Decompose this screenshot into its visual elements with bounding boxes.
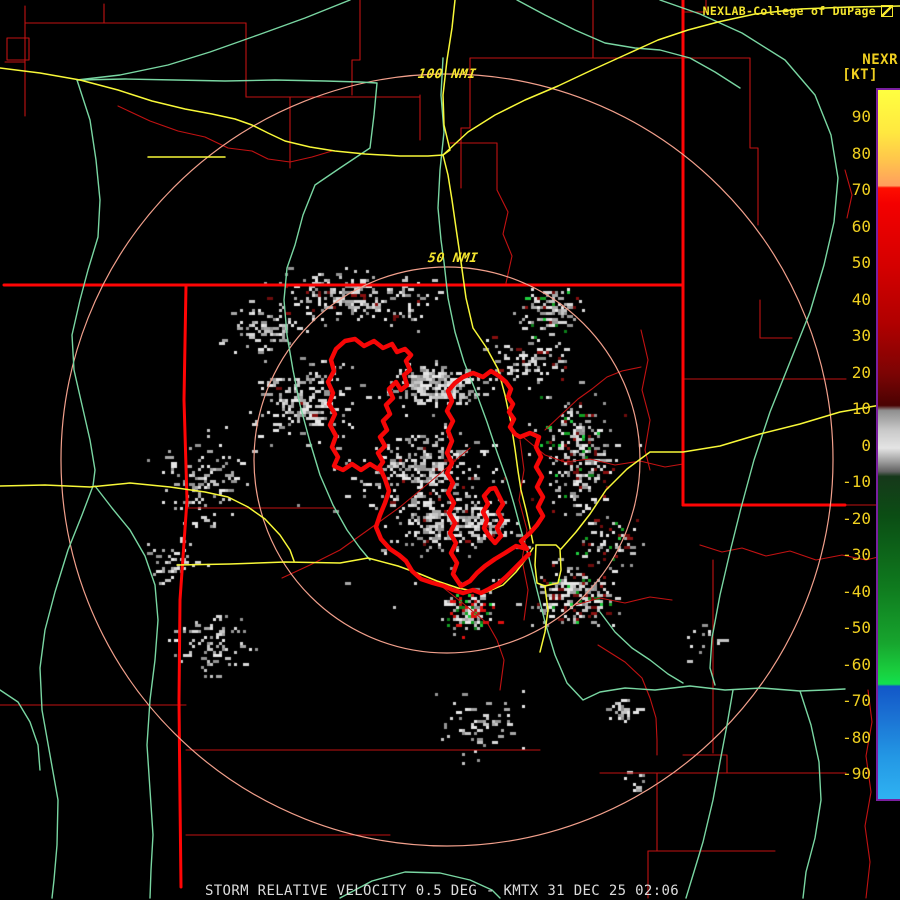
storm-contour-path [480,485,506,546]
storm-contour-path [325,336,414,473]
state-border [2,0,847,889]
road-teal-path [799,690,822,899]
county-border-path [759,299,793,339]
product-caption: STORM RELATIVE VELOCITY 0.5 DEG - KMTX 3… [205,883,680,899]
colorbar-tick-30: 30 [851,326,871,345]
road-teal [0,0,846,899]
colorbar-tick-40: 40 [851,289,871,309]
colorbar-tick--30: -30 [842,545,871,564]
colorbar-tick-80: 80 [851,143,871,163]
colorbar-tick-60: 60 [851,216,871,236]
range-ring-circle [60,73,834,847]
road-teal-path [94,485,159,899]
map-layer [0,0,900,899]
county-border-path [864,689,873,899]
county-border-path [640,329,651,471]
colorbar-tick-20: 20 [851,362,871,382]
colorbar-unit: [KT] [842,67,878,83]
colorbar-tick--70: -70 [842,691,871,710]
radar-display: NEXLAB-College of DuPage NEXR [KT] 90 80 7… [0,0,900,900]
colorbar-tick--20: -20 [842,508,871,528]
colorbar-tick--50: -50 [842,618,871,637]
colorbar-tick-50: 50 [851,253,871,272]
colorbar-tick-10: 10 [851,399,871,418]
range-ring-label-50nmi: 50 NMI [426,251,480,266]
colorbar-title: NEXR [862,52,898,68]
storm-contour [325,336,546,596]
county-border-path [597,644,658,756]
county-border-path [496,189,513,284]
county-border-path [749,57,759,226]
county-border-path [574,596,673,606]
range-rings [60,73,834,847]
county-border-path [544,366,642,431]
county-border-path [6,37,30,61]
road-teal-path [685,689,734,899]
brand-label: NEXLAB-College of DuPage [703,4,893,18]
colorbar-tick--10: -10 [842,472,871,491]
road-teal-path [0,689,41,771]
road-yellow-path [534,544,562,587]
county-border-path [439,584,505,691]
brand-text: NEXLAB-College of DuPage [702,4,876,18]
colorbar-tick--90: -90 [842,764,871,783]
county-border-path [449,142,498,191]
road-yellow-path [0,482,295,562]
road-teal-path [39,79,101,899]
county-border-path [117,105,333,163]
colorbar-tick-70: 70 [851,180,871,199]
county-border-path [351,0,361,96]
cod-logo-icon [881,5,893,17]
colorbar-tick-0: 0 [861,435,871,455]
road-teal-path [599,611,684,684]
road-teal-path [76,0,351,81]
colorbar [876,88,900,801]
range-ring-label-100nmi: 100 NMI [416,67,478,82]
colorbar-tick-90: 90 [851,107,871,126]
colorbar-tick--40: -40 [842,581,871,601]
colorbar-tick--80: -80 [842,727,871,747]
colorbar-tick--60: -60 [842,654,871,674]
state-border-path [177,283,189,889]
